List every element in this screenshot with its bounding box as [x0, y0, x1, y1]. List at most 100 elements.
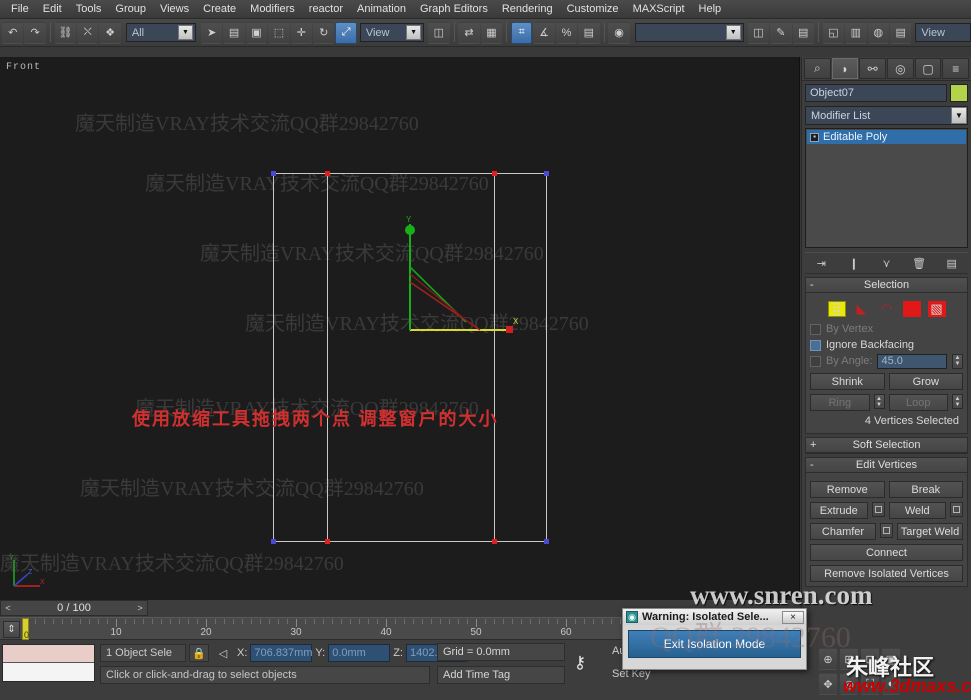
align-tool-icon[interactable]: ✎ [770, 21, 792, 44]
unlink-icon[interactable]: ⛌ [77, 21, 99, 44]
mirror-icon[interactable]: ⇄ [458, 21, 480, 44]
weld-settings-icon[interactable] [950, 502, 963, 517]
modifier-list-dropdown[interactable]: Modifier List ▼ [805, 106, 968, 125]
window-crossing-icon[interactable]: ⬚ [268, 21, 290, 44]
chevron-down-icon[interactable]: ▼ [725, 25, 741, 40]
bind-spacewarp-icon[interactable]: ❖ [99, 21, 121, 44]
create-tab[interactable]: ⌕ [804, 58, 831, 79]
redo-icon[interactable]: ↷ [24, 21, 46, 44]
time-slider-handle[interactable]: 0 [22, 618, 29, 640]
select-by-name-icon[interactable]: ▤ [223, 21, 245, 44]
menu-item-graph-editors[interactable]: Graph Editors [413, 1, 495, 17]
scale-gizmo[interactable]: Y X [380, 212, 530, 342]
selection-rollout-header[interactable]: - Selection [806, 278, 967, 293]
viewport-render-dropdown[interactable]: View [915, 23, 971, 42]
align-icon[interactable]: ▦ [480, 21, 503, 44]
edit-vertices-rollout-header[interactable]: - Edit Vertices [806, 458, 967, 473]
show-end-result-icon[interactable]: ❙ [844, 254, 864, 272]
selection-filter-dropdown[interactable]: All ▼ [125, 23, 196, 42]
menu-item-file[interactable]: File [4, 1, 36, 17]
rollout-toggle[interactable]: - [810, 459, 814, 471]
layer-manager-icon[interactable]: ▤ [792, 21, 814, 44]
prev-frame-button[interactable]: < [1, 603, 15, 613]
pin-stack-icon[interactable]: ⇥ [811, 254, 831, 272]
coord-y-field[interactable]: 0.0mm [328, 644, 391, 662]
named-selection-sets-icon[interactable]: ◉ [608, 21, 630, 44]
weld-button[interactable]: Weld [888, 502, 946, 519]
render-setup-icon[interactable]: ▤ [889, 21, 912, 44]
menu-item-animation[interactable]: Animation [350, 1, 413, 17]
display-tab[interactable]: ▢ [914, 58, 942, 79]
undo-icon[interactable]: ↶ [2, 21, 24, 44]
close-icon[interactable]: × [782, 610, 804, 624]
add-time-tag-button[interactable]: Add Time Tag [437, 666, 565, 684]
dialog-titlebar[interactable]: ◉ Warning: Isolated Sele... × [623, 609, 806, 625]
percent-snap-icon[interactable]: % [555, 21, 578, 44]
modify-tab[interactable]: ◗ [831, 58, 859, 79]
menu-item-edit[interactable]: Edit [36, 1, 69, 17]
menu-item-create[interactable]: Create [196, 1, 243, 17]
maxscript-output-row[interactable] [3, 663, 94, 681]
ring-spinner[interactable]: ▲ ▼ [873, 394, 885, 409]
schematic-view-icon[interactable]: ▥ [845, 21, 867, 44]
object-color-swatch[interactable] [950, 84, 968, 102]
mesh-vertex[interactable] [271, 539, 276, 544]
select-region-icon[interactable]: ▣ [245, 21, 268, 44]
remove-isolated-vertices-button[interactable]: Remove Isolated Vertices [810, 565, 963, 582]
reference-coordinate-dropdown[interactable]: View ▼ [359, 23, 425, 42]
maxscript-input-row[interactable] [3, 645, 94, 663]
mesh-vertex-selected[interactable] [492, 171, 497, 176]
ignore-backfacing-checkbox[interactable] [810, 339, 821, 351]
use-center-icon[interactable]: ◫ [428, 21, 450, 44]
hierarchy-tab[interactable]: ⚯ [859, 58, 887, 79]
open-mini-curve-editor-icon[interactable]: ⇕ [3, 621, 20, 638]
mesh-vertex-selected[interactable] [325, 171, 330, 176]
menu-item-views[interactable]: Views [153, 1, 196, 17]
named-selection-set-dropdown[interactable]: ▼ [634, 23, 744, 42]
edge-level-icon[interactable]: ◣ [853, 301, 871, 317]
ignore-backfacing-row[interactable]: Ignore Backfacing [810, 337, 963, 353]
curve-editor-icon[interactable]: ◱ [822, 21, 845, 44]
by-angle-checkbox[interactable] [810, 355, 821, 367]
menu-item-group[interactable]: Group [108, 1, 153, 17]
menu-item-rendering[interactable]: Rendering [495, 1, 560, 17]
extrude-settings-icon[interactable] [871, 502, 885, 517]
modifier-stack[interactable]: ▪ Editable Poly [805, 128, 968, 248]
menu-item-help[interactable]: Help [692, 1, 729, 17]
utilities-tab[interactable]: ≡ [942, 58, 970, 79]
mesh-vertex-selected[interactable] [325, 539, 330, 544]
modifier-stack-item[interactable]: ▪ Editable Poly [807, 130, 966, 144]
spinner-snap-icon[interactable]: ▤ [578, 21, 600, 44]
by-angle-row[interactable]: By Angle: 45.0 ▲ ▼ [810, 353, 963, 369]
mirror-geometry-icon[interactable]: ◫ [747, 21, 770, 44]
select-move-icon[interactable]: ✛ [290, 21, 312, 44]
mesh-vertex[interactable] [271, 171, 276, 176]
frame-indicator[interactable]: < 0 / 100 > [0, 600, 148, 616]
shrink-button[interactable]: Shrink [810, 373, 885, 390]
make-unique-icon[interactable]: ⋎ [876, 254, 896, 272]
extrude-button[interactable]: Extrude [810, 502, 868, 519]
connect-button[interactable]: Connect [810, 544, 963, 561]
material-editor-icon[interactable]: ◍ [867, 21, 889, 44]
angle-snap-icon[interactable]: ∡ [533, 21, 555, 44]
snap-toggle-icon[interactable]: ⌗ [510, 21, 533, 44]
chevron-down-icon[interactable]: ▼ [177, 25, 193, 40]
soft-selection-rollout-header[interactable]: + Soft Selection [806, 438, 967, 453]
coord-x-field[interactable]: 706.837mm [250, 644, 313, 662]
object-name-field[interactable]: Object07 [805, 84, 947, 102]
select-rotate-icon[interactable]: ↻ [313, 21, 335, 44]
loop-button[interactable]: Loop [888, 394, 948, 411]
select-object-icon[interactable]: ➤ [200, 21, 223, 44]
menu-item-tools[interactable]: Tools [69, 1, 109, 17]
ring-button[interactable]: Ring [810, 394, 870, 411]
grow-button[interactable]: Grow [888, 373, 963, 390]
chamfer-settings-icon[interactable] [880, 523, 893, 538]
by-vertex-row[interactable]: By Vertex [810, 321, 963, 337]
by-angle-spinner[interactable]: ▲ ▼ [952, 353, 963, 369]
menu-item-modifiers[interactable]: Modifiers [243, 1, 302, 17]
select-link-icon[interactable]: ⛓ [54, 21, 77, 44]
menu-item-reactor[interactable]: reactor [302, 1, 350, 17]
select-scale-icon[interactable]: ⤢ [335, 21, 357, 44]
mesh-vertex-selected[interactable] [492, 539, 497, 544]
chamfer-button[interactable]: Chamfer [810, 523, 876, 540]
